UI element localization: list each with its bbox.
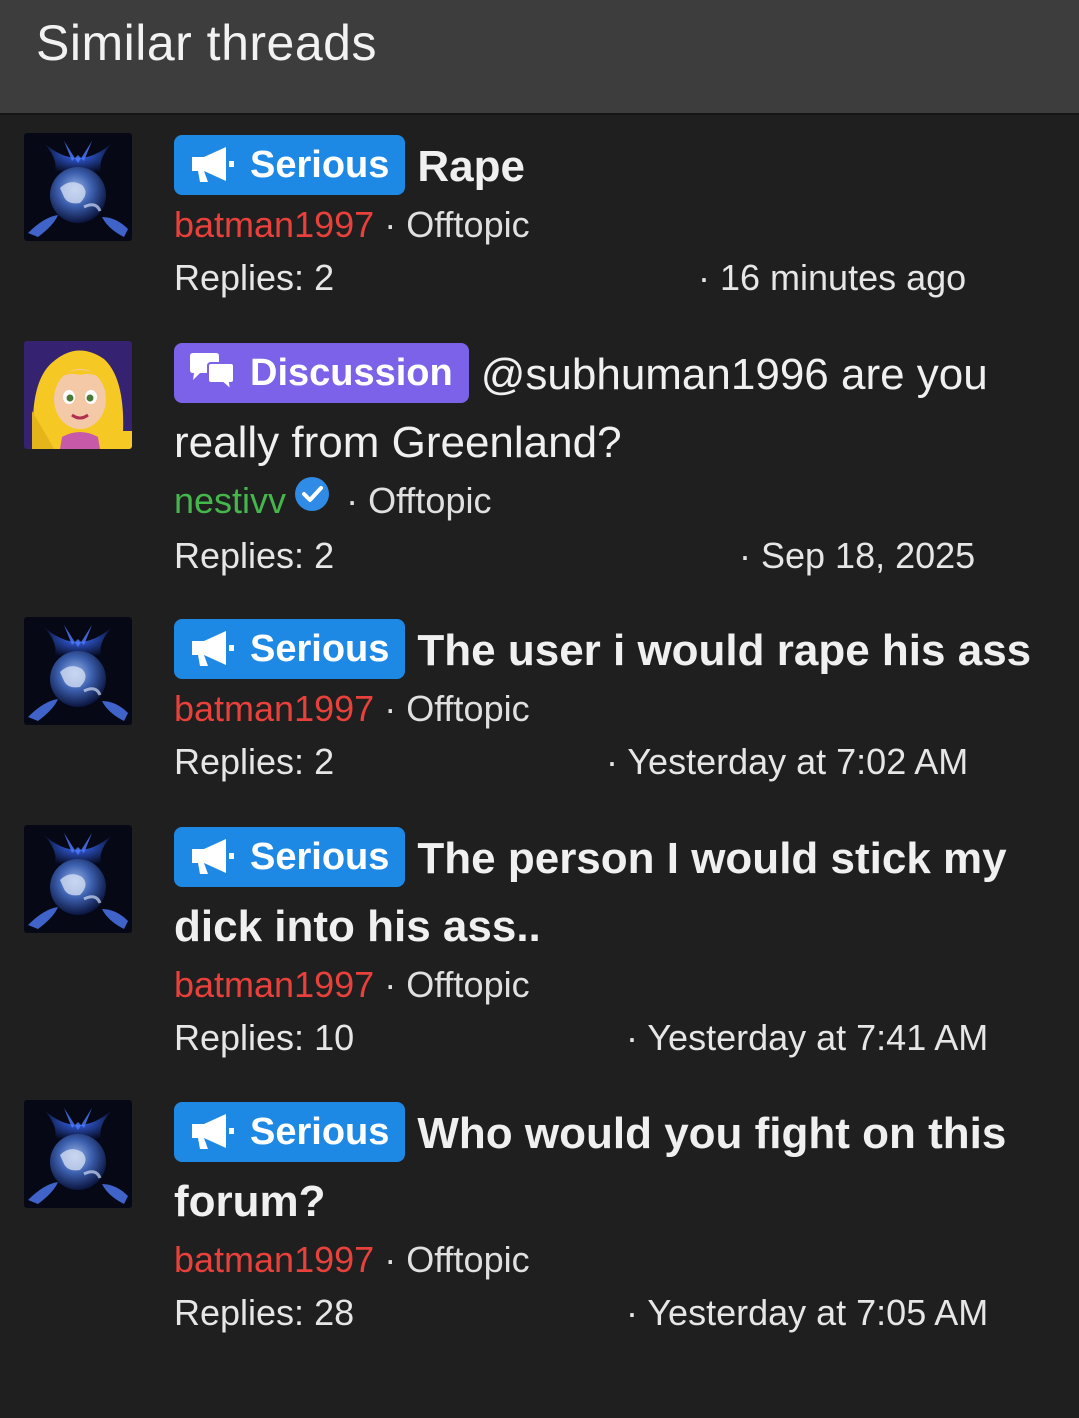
prefix-badge[interactable]: Serious bbox=[174, 619, 406, 679]
forum-link[interactable]: Offtopic bbox=[406, 1239, 529, 1280]
prefix-label: Serious bbox=[250, 628, 390, 670]
thread-title-line[interactable]: Discussion @subhuman1996 are you really f… bbox=[174, 341, 1044, 477]
prefix-label: Serious bbox=[250, 144, 390, 186]
thread-title[interactable]: The user i would rape his ass bbox=[417, 626, 1031, 675]
last-post-date[interactable]: · Yesterday at 7:05 AM bbox=[626, 1292, 988, 1334]
meta-separator: · bbox=[384, 688, 397, 729]
thread-stats: Replies: 2 · Yesterday at 7:02 AM bbox=[174, 733, 1064, 793]
megaphone-icon bbox=[188, 836, 236, 876]
user-avatar[interactable] bbox=[24, 825, 132, 933]
meta-separator: · bbox=[384, 1239, 397, 1280]
thread-author[interactable]: batman1997 bbox=[174, 964, 374, 1005]
thread-title-line[interactable]: Serious The person I would stick my dick … bbox=[174, 825, 1044, 961]
prefix-badge[interactable]: Serious bbox=[174, 135, 406, 195]
reply-count: Replies: 28 bbox=[174, 1292, 355, 1333]
thread-author[interactable]: batman1997 bbox=[174, 688, 374, 729]
thread-meta: nestivv · Offtopic bbox=[174, 477, 1044, 527]
thread-author[interactable]: nestivv bbox=[174, 480, 286, 521]
thread-author[interactable]: batman1997 bbox=[174, 204, 374, 245]
prefix-badge[interactable]: Serious bbox=[174, 1102, 406, 1162]
last-post-date[interactable]: · 16 minutes ago bbox=[698, 257, 966, 299]
megaphone-icon bbox=[188, 628, 236, 668]
reply-count: Replies: 2 bbox=[174, 535, 335, 577]
section-header: Similar threads bbox=[0, 0, 1079, 115]
megaphone-icon bbox=[188, 144, 236, 184]
meta-separator: · bbox=[346, 480, 359, 521]
megaphone-icon bbox=[188, 1111, 236, 1151]
forum-link[interactable]: Offtopic bbox=[406, 688, 529, 729]
reply-count: Replies: 2 bbox=[174, 741, 335, 782]
last-post-date[interactable]: · Yesterday at 7:02 AM bbox=[606, 741, 968, 783]
verified-badge-icon bbox=[294, 476, 330, 524]
meta-separator: · bbox=[384, 964, 397, 1005]
user-avatar[interactable] bbox=[24, 617, 132, 725]
thread-title[interactable]: Rape bbox=[417, 142, 525, 191]
meta-separator: · bbox=[384, 204, 397, 245]
thread-stats: Replies: 28 · Yesterday at 7:05 AM bbox=[174, 1284, 1044, 1344]
prefix-badge[interactable]: Serious bbox=[174, 827, 406, 887]
section-title: Similar threads bbox=[36, 15, 377, 71]
prefix-label: Serious bbox=[250, 836, 390, 878]
thread-stats: Replies: 2 · Sep 18, 2025 bbox=[174, 527, 1044, 587]
thread-author[interactable]: batman1997 bbox=[174, 1239, 374, 1280]
forum-link[interactable]: Offtopic bbox=[406, 964, 529, 1005]
forum-link[interactable]: Offtopic bbox=[368, 480, 491, 521]
thread-title-line[interactable]: Serious Rape bbox=[174, 133, 1044, 201]
thread-meta: batman1997 · Offtopic bbox=[174, 685, 1064, 733]
thread-stats: Replies: 10 · Yesterday at 7:41 AM bbox=[174, 1009, 1044, 1069]
user-avatar[interactable] bbox=[24, 341, 132, 449]
thread-title-line[interactable]: Serious The user i would rape his ass bbox=[174, 617, 1064, 685]
prefix-label: Serious bbox=[250, 1111, 390, 1153]
prefix-badge[interactable]: Discussion bbox=[174, 343, 469, 403]
thread-meta: batman1997 · Offtopic bbox=[174, 201, 1044, 249]
reply-count: Replies: 2 bbox=[174, 257, 335, 298]
thread-meta: batman1997 · Offtopic bbox=[174, 961, 1044, 1009]
reply-count: Replies: 10 bbox=[174, 1017, 355, 1058]
thread-title-line[interactable]: Serious Who would you fight on this forum… bbox=[174, 1100, 1044, 1236]
forum-link[interactable]: Offtopic bbox=[406, 204, 529, 245]
last-post-date[interactable]: · Yesterday at 7:41 AM bbox=[626, 1017, 988, 1059]
user-avatar[interactable] bbox=[24, 1100, 132, 1208]
thread-meta: batman1997 · Offtopic bbox=[174, 1236, 1044, 1284]
user-avatar[interactable] bbox=[24, 133, 132, 241]
chat-bubbles-icon bbox=[188, 352, 236, 392]
thread-stats: Replies: 2 · 16 minutes ago bbox=[174, 249, 1044, 309]
prefix-label: Discussion bbox=[250, 352, 453, 394]
last-post-date[interactable]: · Sep 18, 2025 bbox=[739, 535, 975, 577]
